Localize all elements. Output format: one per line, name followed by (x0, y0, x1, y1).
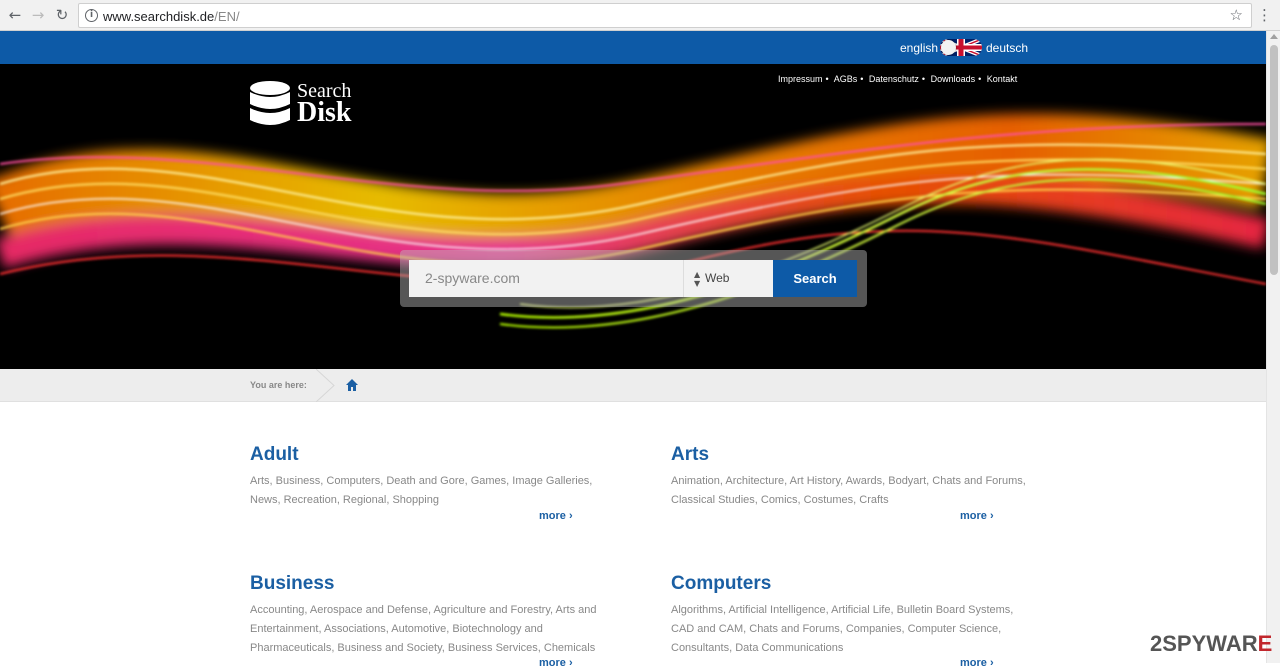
page-scrollbar[interactable] (1266, 31, 1280, 663)
search-button[interactable]: Search (773, 260, 857, 297)
database-logo-icon (250, 81, 290, 125)
category-adult: Adult Arts, Business, Computers, Death a… (250, 444, 610, 522)
chevron-right-icon: › (989, 510, 994, 522)
agbs-link[interactable]: AGBs (834, 74, 858, 84)
kontakt-link[interactable]: Kontakt (987, 74, 1018, 84)
scroll-up-arrow-icon[interactable] (1270, 34, 1278, 39)
search-form: 2-spyware.com ▲ ▼ Web Search (400, 250, 867, 307)
more-label: more (960, 510, 987, 522)
more-label: more (539, 510, 566, 522)
category-title[interactable]: Adult (250, 444, 610, 470)
downloads-link[interactable]: Downloads (931, 74, 976, 84)
category-title[interactable]: Computers (671, 573, 1031, 599)
url-text[interactable]: www.searchdisk.de/EN/ (103, 9, 240, 24)
breadcrumb: You are here: (0, 369, 1266, 402)
category-arts: Arts Animation, Architecture, Art Histor… (671, 444, 1031, 522)
top-links: Impressum • AGBs • Datenschutz • Downloads •… (778, 74, 1018, 84)
category-subcategories: Arts, Business, Computers, Death and Gor… (250, 475, 593, 506)
chevron-right-icon: › (568, 510, 573, 522)
breadcrumb-label: You are here: (250, 380, 307, 390)
address-bar[interactable]: i www.searchdisk.de/EN/ ☆ (78, 3, 1252, 28)
search-type-select[interactable]: ▲ ▼ Web (683, 260, 773, 297)
reload-icon[interactable]: ↻ (53, 6, 71, 24)
language-toggle[interactable] (940, 39, 982, 56)
category-title[interactable]: Business (250, 573, 610, 599)
back-icon[interactable]: ← (6, 6, 24, 24)
chevron-right-icon: › (989, 657, 994, 669)
searchdisk-logo[interactable]: Search Disk (250, 80, 351, 137)
url-host: www.searchdisk.de (103, 9, 215, 24)
more-link[interactable]: more › (539, 657, 573, 669)
more-link[interactable]: more › (960, 510, 994, 522)
logo-text-disk: Disk (297, 97, 352, 128)
category-subcategories: Algorithms, Artificial Intelligence, Art… (671, 604, 1014, 654)
hero-banner: Search Disk Impressum • AGBs • Datenschutz… (0, 64, 1266, 369)
more-link[interactable]: more › (960, 657, 994, 669)
updown-icon: ▲ ▼ (694, 270, 701, 288)
browser-toolbar: ← → ↻ i www.searchdisk.de/EN/ ☆ ⋮ (0, 0, 1280, 31)
breadcrumb-separator-icon (316, 369, 335, 402)
info-icon[interactable]: i (85, 9, 98, 22)
category-title[interactable]: Arts (671, 444, 1031, 470)
lang-deutsch-link[interactable]: deutsch (986, 41, 1028, 55)
browser-menu-icon[interactable]: ⋮ (1257, 6, 1272, 24)
forward-icon[interactable]: → (29, 6, 47, 24)
search-type-value: Web (705, 271, 730, 285)
impressum-link[interactable]: Impressum (778, 74, 823, 84)
scrollbar-thumb[interactable] (1270, 45, 1278, 275)
lang-english-link[interactable]: english (900, 41, 938, 55)
more-label: more (960, 657, 987, 669)
light-waves-graphic (0, 113, 1266, 329)
watermark-suffix: E (1257, 631, 1273, 656)
toggle-knob[interactable] (941, 40, 956, 55)
chevron-right-icon: › (568, 657, 573, 669)
language-bar: english deutsch (0, 31, 1266, 64)
category-business: Business Accounting, Aerospace and Defen… (250, 573, 610, 669)
search-input[interactable]: 2-spyware.com (409, 260, 683, 297)
category-computers: Computers Algorithms, Artificial Intelli… (671, 573, 1031, 669)
home-icon[interactable] (346, 379, 358, 391)
watermark-logo: 2SPYWARE (1150, 631, 1272, 657)
category-subcategories: Animation, Architecture, Art History, Aw… (671, 475, 1026, 506)
watermark-prefix: 2 (1150, 631, 1163, 656)
category-subcategories: Accounting, Aerospace and Defense, Agric… (250, 604, 597, 654)
url-path: /EN/ (214, 9, 240, 24)
more-label: more (539, 657, 566, 669)
more-link[interactable]: more › (539, 510, 573, 522)
bookmark-star-icon[interactable]: ☆ (1230, 6, 1243, 24)
datenschutz-link[interactable]: Datenschutz (869, 74, 919, 84)
watermark-mid: SPYWAR (1162, 631, 1258, 656)
